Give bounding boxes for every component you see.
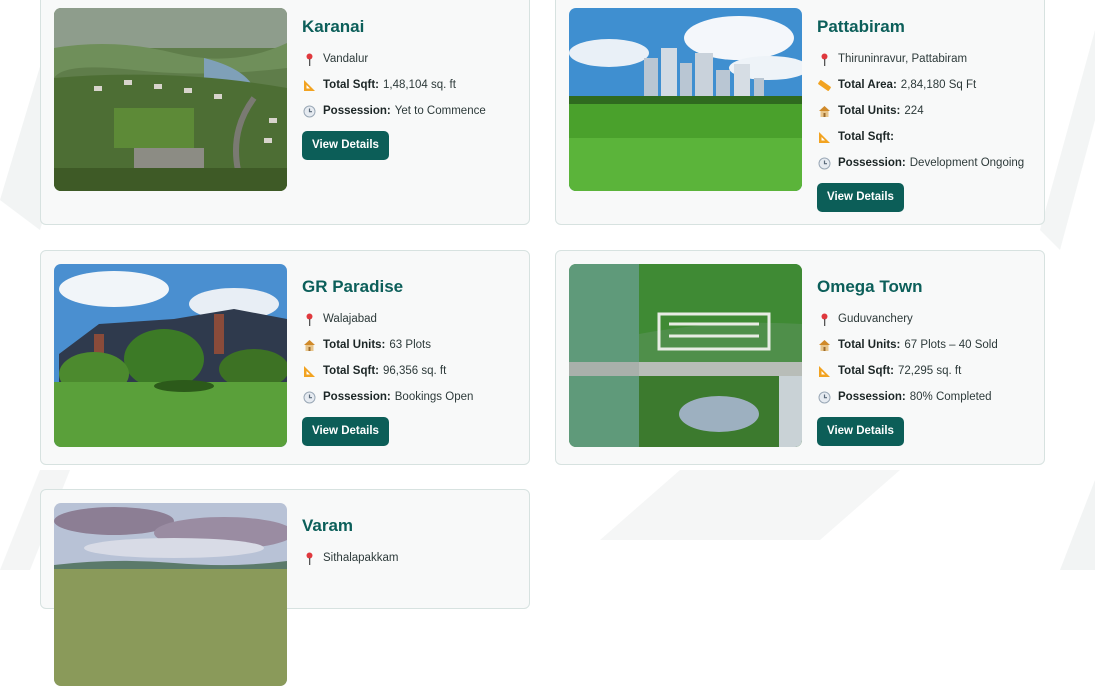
project-title: Karanai	[302, 17, 365, 36]
possession-label: Possession:	[838, 157, 906, 169]
possession-label: Possession:	[323, 391, 391, 403]
area-value: 96,356 sq. ft	[383, 365, 447, 377]
area-value: 1,48,104 sq. ft	[383, 79, 456, 91]
units-label: Total Units:	[838, 105, 901, 117]
ruler-triangle-icon	[817, 130, 831, 144]
ruler-triangle-icon	[817, 364, 831, 378]
location-text: Thiruninravur, Pattabiram	[838, 53, 968, 65]
location-row: Sithalapakkam	[302, 545, 398, 571]
location-text: Sithalapakkam	[323, 552, 399, 564]
view-details-button[interactable]: View Details	[302, 417, 389, 446]
project-image	[569, 8, 802, 191]
ruler-icon	[817, 78, 831, 92]
project-card-gr-paradise: GR Paradise Walajabad Total Units: 63 Plo…	[40, 250, 530, 465]
view-details-button[interactable]: View Details	[817, 417, 904, 446]
project-card-karanai: Karanai Vandalur Total Sqft: 1,48,104 sq.…	[40, 0, 530, 225]
map-pin-icon	[302, 52, 316, 66]
project-title: Varam	[302, 516, 354, 535]
units-value: 224	[904, 105, 924, 117]
possession-value: Yet to Commence	[394, 105, 486, 117]
total-area-label: Total Area:	[838, 79, 897, 91]
possession-label: Possession:	[323, 105, 391, 117]
area-row: Total Sqft: 72,295 sq. ft	[817, 358, 998, 384]
project-image	[569, 264, 802, 447]
house-icon	[817, 338, 831, 352]
map-pin-icon	[302, 312, 316, 326]
possession-row: Possession: Development Ongoing	[817, 150, 1024, 176]
possession-row: Possession: 80% Completed	[817, 384, 998, 410]
location-text: Vandalur	[323, 53, 369, 65]
location-text: Guduvanchery	[838, 313, 913, 325]
possession-value: 80% Completed	[909, 391, 992, 403]
project-card-omega-town: Omega Town Guduvanchery Total Units: 67 P…	[555, 250, 1045, 465]
units-row: Total Units: 67 Plots – 40 Sold	[817, 332, 998, 358]
clock-icon	[817, 156, 831, 170]
project-image	[54, 503, 287, 686]
project-title: Omega Town	[817, 277, 923, 296]
project-image	[54, 8, 287, 191]
possession-row: Possession: Bookings Open	[302, 384, 473, 410]
house-icon	[817, 104, 831, 118]
map-pin-icon	[817, 312, 831, 326]
area-label: Total Sqft:	[323, 365, 379, 377]
area-row: Total Sqft:	[817, 124, 1024, 150]
ruler-triangle-icon	[302, 364, 316, 378]
clock-icon	[817, 390, 831, 404]
location-text: Walajabad	[323, 313, 377, 325]
possession-value: Development Ongoing	[909, 157, 1025, 169]
area-row: Total Sqft: 96,356 sq. ft	[302, 358, 473, 384]
project-card-pattabiram: Pattabiram Thiruninravur, Pattabiram Tot…	[555, 0, 1045, 225]
units-label: Total Units:	[838, 339, 901, 351]
area-label: Total Sqft:	[838, 365, 894, 377]
project-title: GR Paradise	[302, 277, 404, 296]
units-row: Total Units: 224	[817, 98, 1024, 124]
view-details-button[interactable]: View Details	[302, 131, 389, 160]
project-image	[54, 264, 287, 447]
units-row: Total Units: 63 Plots	[302, 332, 473, 358]
total-area-value: 2,84,180 Sq Ft	[900, 79, 977, 91]
area-row: Total Sqft: 1,48,104 sq. ft	[302, 72, 486, 98]
area-label: Total Sqft:	[323, 79, 379, 91]
units-value: 63 Plots	[389, 339, 431, 351]
location-row: Thiruninravur, Pattabiram	[817, 46, 1024, 72]
clock-icon	[302, 390, 316, 404]
units-label: Total Units:	[323, 339, 386, 351]
location-row: Walajabad	[302, 306, 473, 332]
clock-icon	[302, 104, 316, 118]
area-label: Total Sqft:	[838, 131, 894, 143]
units-value: 67 Plots – 40 Sold	[904, 339, 998, 351]
map-pin-icon	[817, 52, 831, 66]
total-area-row: Total Area: 2,84,180 Sq Ft	[817, 72, 1024, 98]
house-icon	[302, 338, 316, 352]
location-row: Guduvanchery	[817, 306, 998, 332]
view-details-button[interactable]: View Details	[817, 183, 904, 212]
project-title: Pattabiram	[817, 17, 905, 36]
project-card-varam: Varam Sithalapakkam	[40, 489, 530, 686]
possession-row: Possession: Yet to Commence	[302, 98, 486, 124]
location-row: Vandalur	[302, 46, 486, 72]
ruler-triangle-icon	[302, 78, 316, 92]
possession-label: Possession:	[838, 391, 906, 403]
map-pin-icon	[302, 551, 316, 565]
possession-value: Bookings Open	[394, 391, 474, 403]
area-value: 72,295 sq. ft	[898, 365, 962, 377]
